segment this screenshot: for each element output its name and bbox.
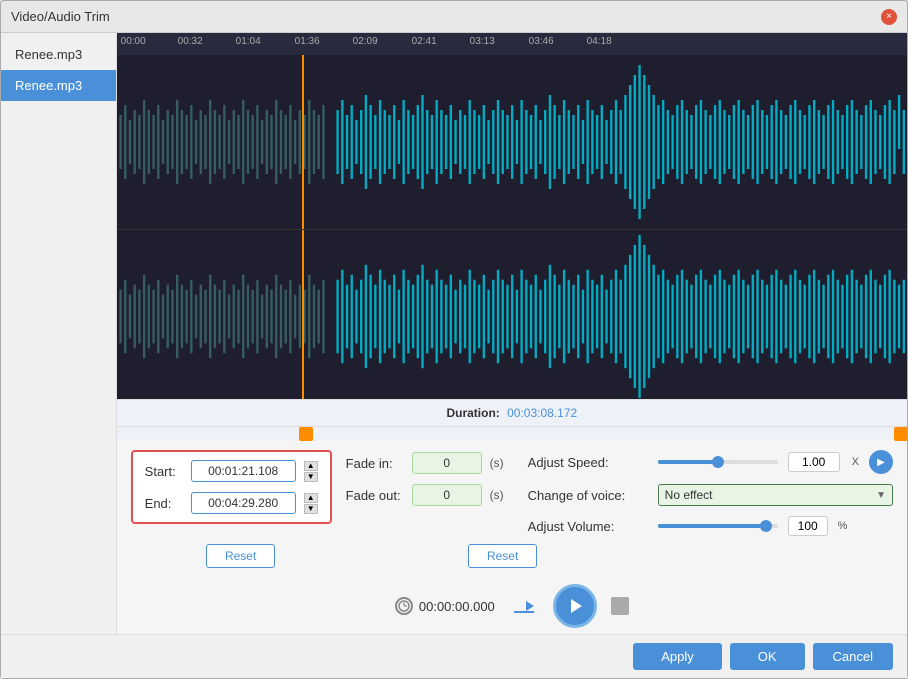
main-content: Renee.mp3 Renee.mp3 00:00 00:32 01:04 01… xyxy=(1,33,907,634)
fade-out-row: Fade out: (s) xyxy=(346,484,504,506)
timeline-marker-2: 01:04 xyxy=(236,36,261,47)
right-controls: Adjust Speed: X ▶ xyxy=(528,450,893,536)
close-button[interactable]: × xyxy=(881,9,897,25)
speed-slider-track xyxy=(658,460,778,464)
start-up-btn[interactable]: ▲ xyxy=(304,461,318,471)
sidebar-item-0[interactable]: Renee.mp3 xyxy=(1,39,116,70)
playhead[interactable] xyxy=(302,55,304,229)
speed-value-input[interactable] xyxy=(788,452,840,472)
waveform-top xyxy=(117,55,907,229)
fade-in-label: Fade in: xyxy=(346,456,404,471)
voice-label: Change of voice: xyxy=(528,488,648,503)
reset-group-right: Reset xyxy=(393,544,613,568)
volume-value-input[interactable] xyxy=(788,516,828,536)
trim-handle-bar xyxy=(117,426,907,440)
voice-dropdown-arrow: ▼ xyxy=(876,490,886,501)
timeline-marker-0: 00:00 xyxy=(121,36,146,47)
speed-unit: X xyxy=(852,456,859,468)
bottom-bar: Apply OK Cancel xyxy=(1,634,907,678)
volume-slider-track xyxy=(658,524,778,528)
timeline: 00:00 00:32 01:04 01:36 02:09 02:41 03:1… xyxy=(117,33,907,55)
speed-slider-thumb[interactable] xyxy=(712,456,724,468)
right-panel: 00:00 00:32 01:04 01:36 02:09 02:41 03:1… xyxy=(117,33,907,634)
stop-button[interactable] xyxy=(611,597,629,615)
end-up-btn[interactable]: ▲ xyxy=(304,493,318,503)
end-input[interactable] xyxy=(191,492,296,514)
playback-time: 00:00:00.000 xyxy=(419,599,495,614)
timeline-marker-3: 01:36 xyxy=(295,36,320,47)
timeline-marker-8: 04:18 xyxy=(587,36,612,47)
ok-button[interactable]: OK xyxy=(730,643,805,670)
play-speed-button[interactable]: ▶ xyxy=(869,450,893,474)
sidebar: Renee.mp3 Renee.mp3 xyxy=(1,33,117,634)
export-button[interactable] xyxy=(509,594,539,618)
trim-section: Start: ▲ ▼ End: ▲ ▼ xyxy=(131,450,332,524)
fade-out-input[interactable] xyxy=(412,484,482,506)
start-down-btn[interactable]: ▼ xyxy=(304,472,318,482)
end-spinner: ▲ ▼ xyxy=(304,493,318,514)
fade-in-row: Fade in: (s) xyxy=(346,452,504,474)
playhead-bottom xyxy=(302,230,304,399)
timeline-marker-7: 03:46 xyxy=(529,36,554,47)
volume-slider-thumb[interactable] xyxy=(760,520,772,532)
timeline-marker-1: 00:32 xyxy=(178,36,203,47)
end-label: End: xyxy=(145,496,183,511)
voice-select-value: No effect xyxy=(665,488,713,502)
end-row: End: ▲ ▼ xyxy=(145,492,318,514)
timeline-marker-4: 02:09 xyxy=(353,36,378,47)
fade-in-unit: (s) xyxy=(490,456,504,470)
reset-row: Reset Reset xyxy=(131,544,893,568)
time-display: 00:00:00.000 xyxy=(395,597,495,615)
fade-out-unit: (s) xyxy=(490,488,504,502)
voice-row: Change of voice: No effect ▼ xyxy=(528,484,893,506)
trim-controls: Start: ▲ ▼ End: ▲ ▼ xyxy=(131,450,893,536)
volume-slider-fill xyxy=(658,524,766,528)
speed-label: Adjust Speed: xyxy=(528,455,648,470)
controls-area: Start: ▲ ▼ End: ▲ ▼ xyxy=(117,440,907,574)
fade-in-input[interactable] xyxy=(412,452,482,474)
play-button[interactable] xyxy=(553,584,597,628)
volume-row: Adjust Volume: % xyxy=(528,516,893,536)
speed-slider-fill xyxy=(658,460,718,464)
timeline-marker-6: 03:13 xyxy=(470,36,495,47)
timeline-marker-5: 02:41 xyxy=(412,36,437,47)
trim-handle-right[interactable] xyxy=(894,427,907,441)
reset-fade-button[interactable]: Reset xyxy=(468,544,537,568)
apply-button[interactable]: Apply xyxy=(633,643,722,670)
duration-bar: Duration: 00:03:08.172 xyxy=(117,399,907,426)
start-input[interactable] xyxy=(191,460,296,482)
titlebar: Video/Audio Trim × xyxy=(1,1,907,33)
main-window: Video/Audio Trim × Renee.mp3 Renee.mp3 0… xyxy=(0,0,908,679)
duration-value: 00:03:08.172 xyxy=(507,406,577,420)
window-title: Video/Audio Trim xyxy=(11,9,110,24)
clock-icon xyxy=(395,597,413,615)
start-spinner: ▲ ▼ xyxy=(304,461,318,482)
voice-select[interactable]: No effect ▼ xyxy=(658,484,893,506)
trim-handle-left[interactable] xyxy=(299,427,313,441)
end-down-btn[interactable]: ▼ xyxy=(304,504,318,514)
reset-group-left: Reset xyxy=(131,544,351,568)
speed-slider-container xyxy=(658,460,778,464)
cancel-button[interactable]: Cancel xyxy=(813,643,893,670)
volume-label: Adjust Volume: xyxy=(528,519,648,534)
duration-label: Duration: xyxy=(446,406,499,420)
fade-section: Fade in: (s) Fade out: (s) xyxy=(346,452,504,506)
start-label: Start: xyxy=(145,464,183,479)
speed-row: Adjust Speed: X ▶ xyxy=(528,450,893,474)
reset-trim-button[interactable]: Reset xyxy=(206,544,275,568)
volume-unit: % xyxy=(838,520,848,532)
waveform-area: 00:00 00:32 01:04 01:36 02:09 02:41 03:1… xyxy=(117,33,907,399)
fade-out-label: Fade out: xyxy=(346,488,404,503)
waveform-bottom xyxy=(117,229,907,399)
playback-bar: 00:00:00.000 xyxy=(117,574,907,634)
sidebar-item-1[interactable]: Renee.mp3 xyxy=(1,70,116,101)
start-row: Start: ▲ ▼ xyxy=(145,460,318,482)
